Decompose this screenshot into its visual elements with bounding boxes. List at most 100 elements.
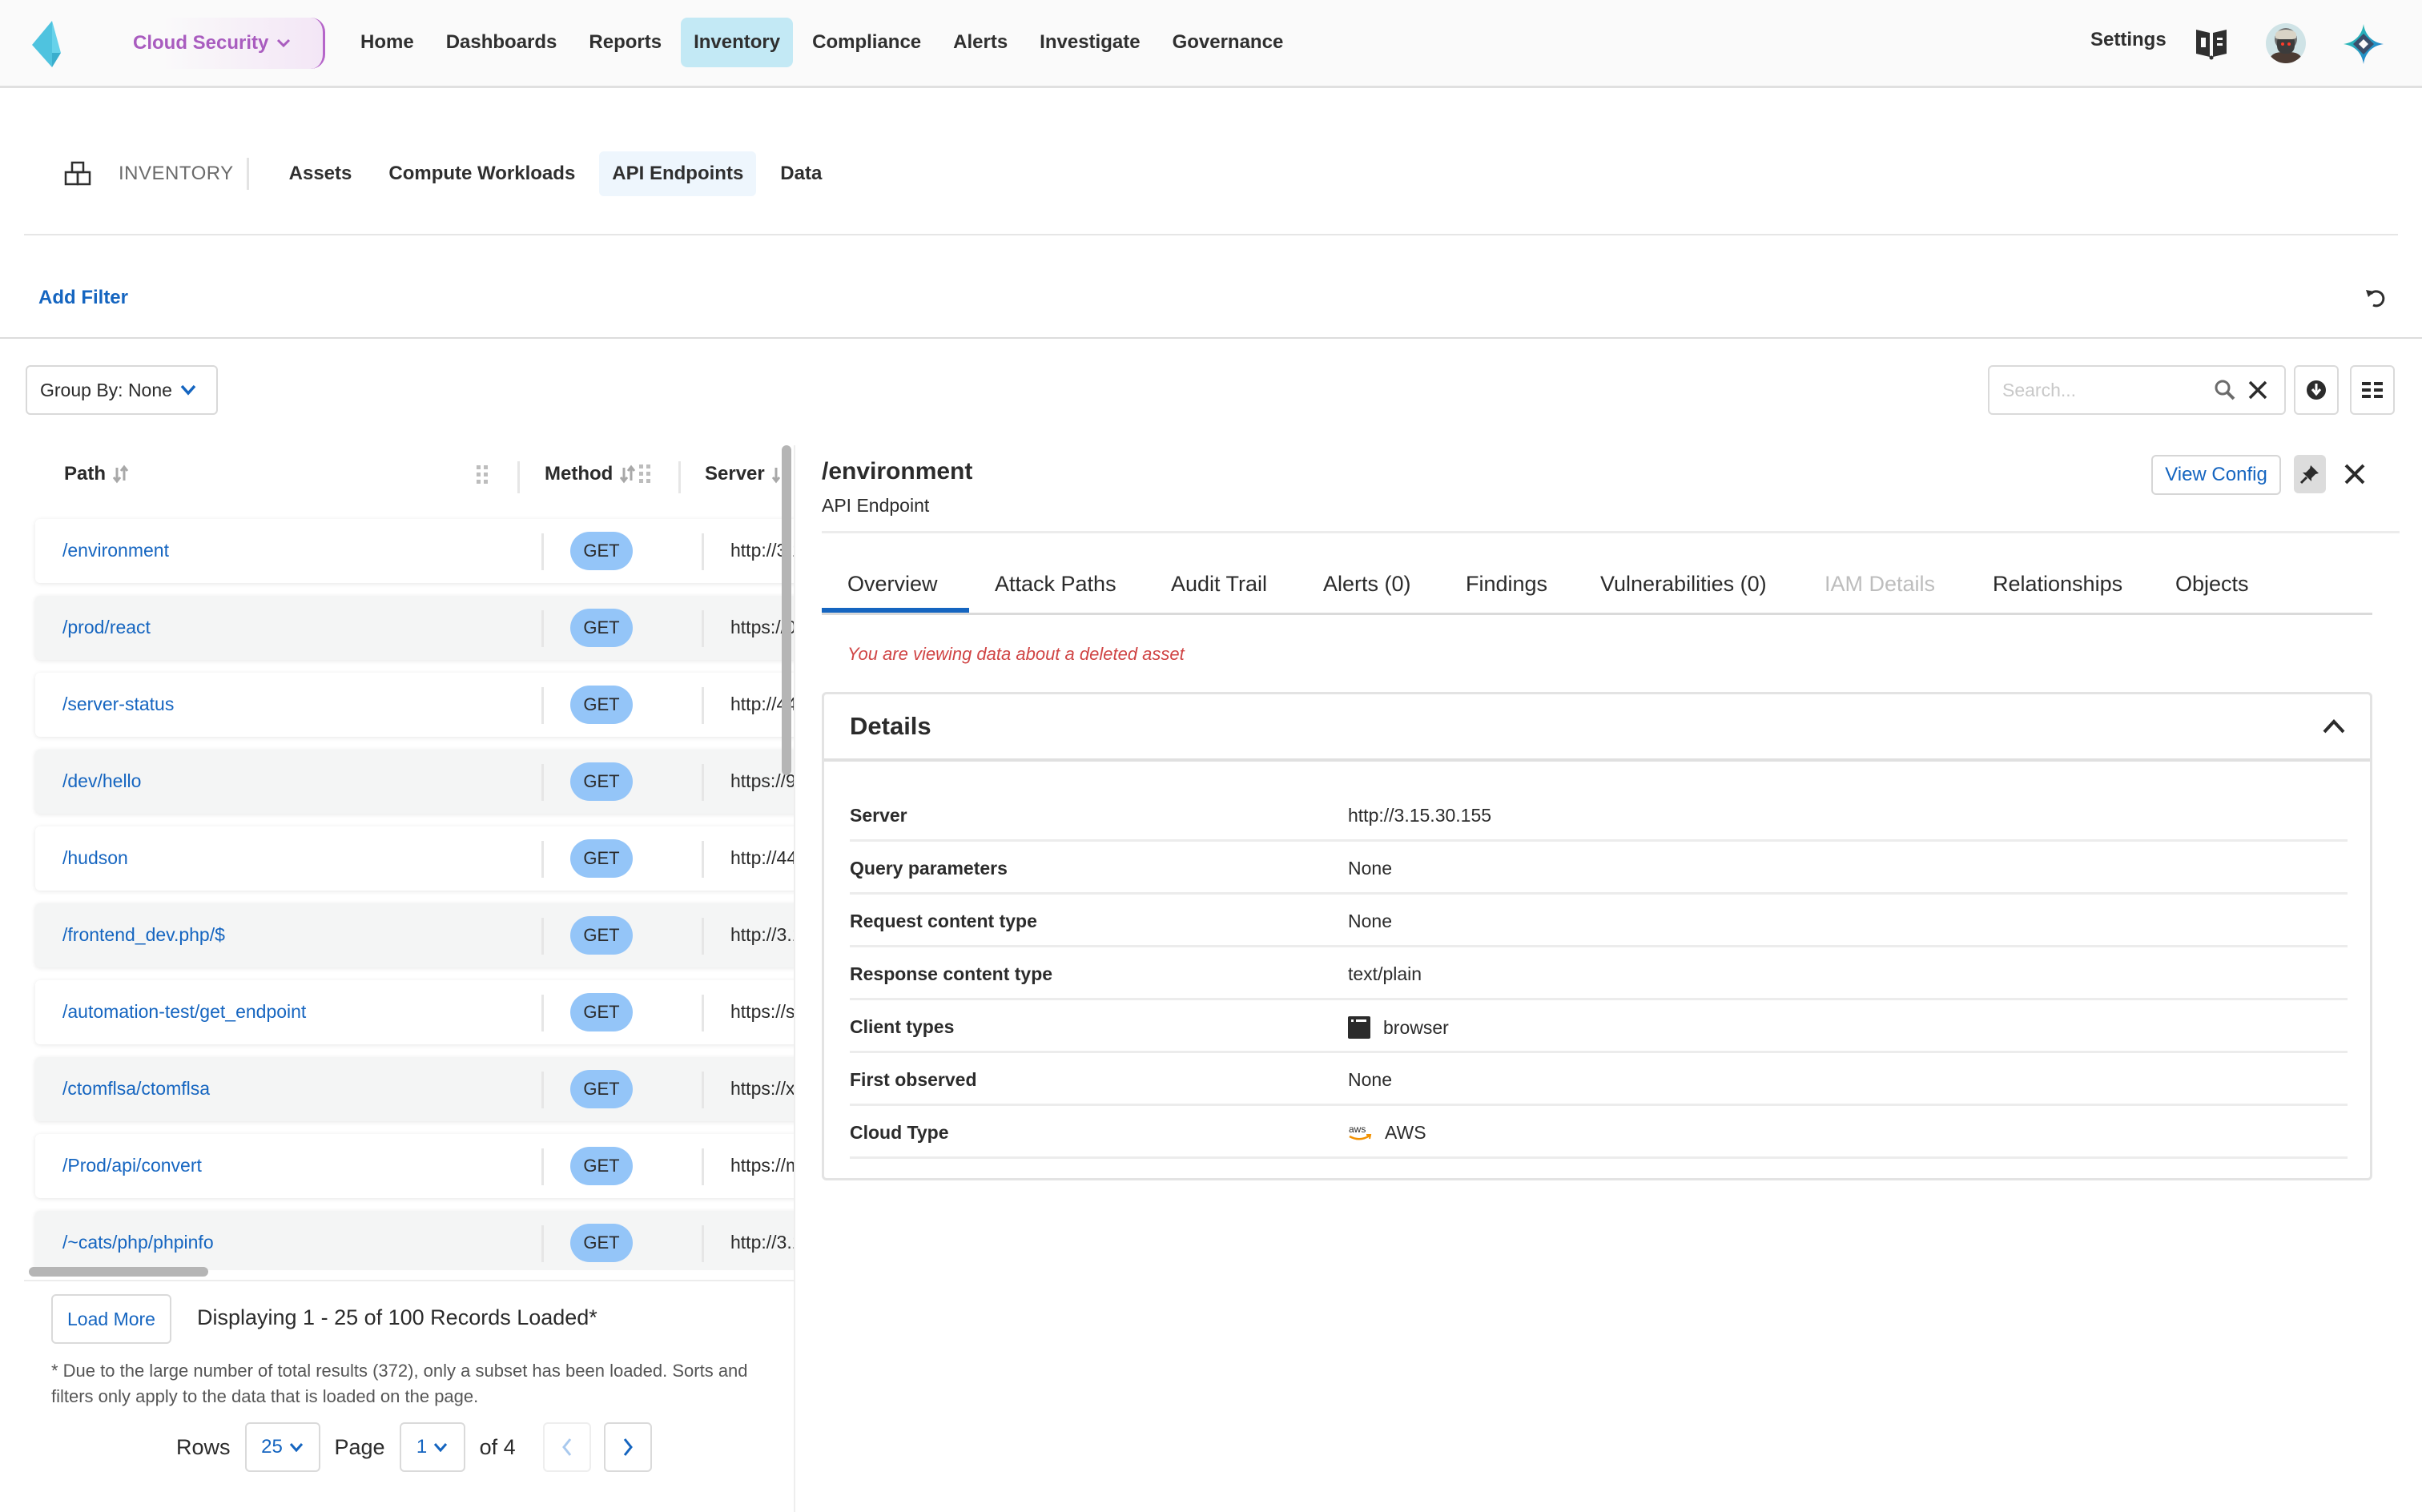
divider [24,1280,795,1281]
tab-objects[interactable]: Objects [2175,572,2249,597]
drag-handle-icon[interactable] [476,464,489,485]
subtab-api-endpoints[interactable]: API Endpoints [599,151,757,196]
tab-overview[interactable]: Overview [847,572,938,597]
group-by-dropdown[interactable]: Group By: None [26,365,218,415]
active-tab-indicator [822,608,969,613]
sort-icon[interactable] [112,464,130,484]
drag-handle-icon[interactable] [638,464,651,485]
table-row[interactable]: /Prod/api/convert GET https://m [35,1134,795,1198]
field-value-text: None [1348,1069,1392,1090]
tab-alerts[interactable]: Alerts (0) [1323,572,1411,597]
details-section-header[interactable]: Details [824,694,2370,762]
endpoint-path-link[interactable]: /ctomflsa/ctomflsa [62,1078,210,1100]
subtab-compute-workloads[interactable]: Compute Workloads [376,151,588,196]
method-badge: GET [570,1224,633,1262]
tab-audit-trail[interactable]: Audit Trail [1171,572,1267,597]
tab-vulnerabilities[interactable]: Vulnerabilities (0) [1600,572,1767,597]
aws-logo-icon: aws [1349,1124,1372,1140]
endpoint-path-link[interactable]: /server-status [62,694,174,715]
horizontal-scrollbar[interactable] [29,1267,208,1277]
nav-item-reports[interactable]: Reports [576,18,674,67]
table-row[interactable]: /server-status GET http://44 [35,673,795,737]
table-row[interactable]: /~cats/php/phpinfo GET http://3.1 [35,1211,795,1270]
avatar-body [2271,52,2301,63]
table-row[interactable]: /prod/react GET https://0 [35,596,795,660]
column-divider[interactable] [678,461,681,493]
rows-per-page-select[interactable]: 25 [244,1422,320,1472]
column-divider[interactable] [517,461,520,493]
search-icon[interactable] [2214,379,2236,401]
nav-item-alerts[interactable]: Alerts [940,18,1020,67]
columns-icon [2362,382,2383,398]
table-row[interactable]: /automation-test/get_endpoint GET https://… [35,980,795,1044]
chevron-up-icon[interactable] [2322,718,2346,734]
search-input[interactable] [2002,379,2211,401]
column-header-method[interactable]: Method [545,460,651,489]
pin-button[interactable] [2294,455,2326,493]
subtab-assets[interactable]: Assets [276,151,365,196]
brand-logo-icon[interactable] [32,21,72,67]
tab-findings[interactable]: Findings [1466,572,1547,597]
tab-attack-paths[interactable]: Attack Paths [995,572,1116,597]
column-settings-button[interactable] [2350,365,2395,415]
product-switcher[interactable]: Cloud Security [120,18,325,69]
endpoint-path-link[interactable]: /prod/react [62,617,151,638]
details-section: Details Server http://3.15.30.155 Query pa… [822,692,2372,1180]
table-row[interactable]: /environmentGEThttp://3.1 [35,519,795,583]
chevron-left-icon [561,1438,571,1456]
nav-item-home[interactable]: Home [348,18,427,67]
table-row[interactable]: /ctomflsa/ctomflsa GET https://x4 [35,1057,795,1121]
user-avatar[interactable] [2266,23,2306,63]
cell-divider [702,1148,704,1185]
subtab-data[interactable]: Data [767,151,835,196]
column-header-server[interactable]: Server [705,460,789,489]
column-header-path[interactable]: Path [64,460,130,489]
endpoint-path-link[interactable]: /dev/hello [62,770,141,792]
method-badge: GET [570,532,633,570]
table-row[interactable]: /frontend_dev.php/$ GET http://3.1 [35,903,795,967]
endpoint-path-link[interactable]: /hudson [62,847,128,869]
nav-item-governance[interactable]: Governance [1160,18,1297,67]
server-cell: http://3.1 [730,924,795,945]
next-page-button[interactable] [603,1422,652,1472]
nav-item-investigate[interactable]: Investigate [1027,18,1153,67]
close-panel-icon[interactable] [2344,463,2366,485]
download-button[interactable] [2294,365,2339,415]
table-row[interactable]: /dev/hello GET https://9 [35,750,795,814]
pagination: Rows 25 Page 1 of 4 [176,1422,652,1472]
table-row[interactable]: /hudson GET http://44 [35,826,795,891]
nav-item-inventory[interactable]: Inventory [681,18,794,67]
detail-field-row: Server http://3.15.30.155 [850,789,2348,842]
previous-page-button[interactable] [542,1422,591,1472]
field-label: First observed [850,1069,977,1090]
endpoint-path-link[interactable]: /Prod/api/convert [62,1155,202,1176]
endpoint-path-link[interactable]: /automation-test/get_endpoint [62,1001,306,1023]
field-value-text: browser [1383,1016,1449,1038]
subset-note: * Due to the large number of total resul… [51,1361,748,1406]
ai-assistant-icon[interactable] [2344,24,2384,64]
load-more-button[interactable]: Load More [51,1294,171,1344]
rows-label: Rows [176,1434,231,1459]
view-config-button[interactable]: View Config [2151,455,2281,495]
add-filter-button[interactable]: Add Filter [38,287,128,309]
tab-relationships[interactable]: Relationships [1993,572,2122,597]
tab-iam-details: IAM Details [1825,572,1936,596]
book-icon[interactable] [2195,26,2228,60]
page-select[interactable]: 1 [399,1422,465,1472]
vertical-scrollbar[interactable] [782,445,791,775]
cell-divider [541,533,544,570]
endpoint-path-link[interactable]: /~cats/php/phpinfo [62,1232,214,1253]
nav-item-dashboards[interactable]: Dashboards [433,18,570,67]
endpoint-path-link[interactable]: /frontend_dev.php/$ [62,924,225,946]
clear-search-icon[interactable] [2247,380,2268,400]
group-by-value: None [127,379,172,400]
field-value-text: None [1348,911,1392,931]
reset-filters-icon[interactable] [2364,287,2387,309]
nav-item-compliance[interactable]: Compliance [799,18,934,67]
settings-link[interactable]: Settings [2090,29,2167,51]
field-value-text: None [1348,858,1392,879]
sort-icon[interactable] [619,464,637,484]
chevron-down-icon [434,1443,448,1452]
endpoint-path-link[interactable]: /environment [62,540,169,561]
field-label: Server [850,805,907,826]
